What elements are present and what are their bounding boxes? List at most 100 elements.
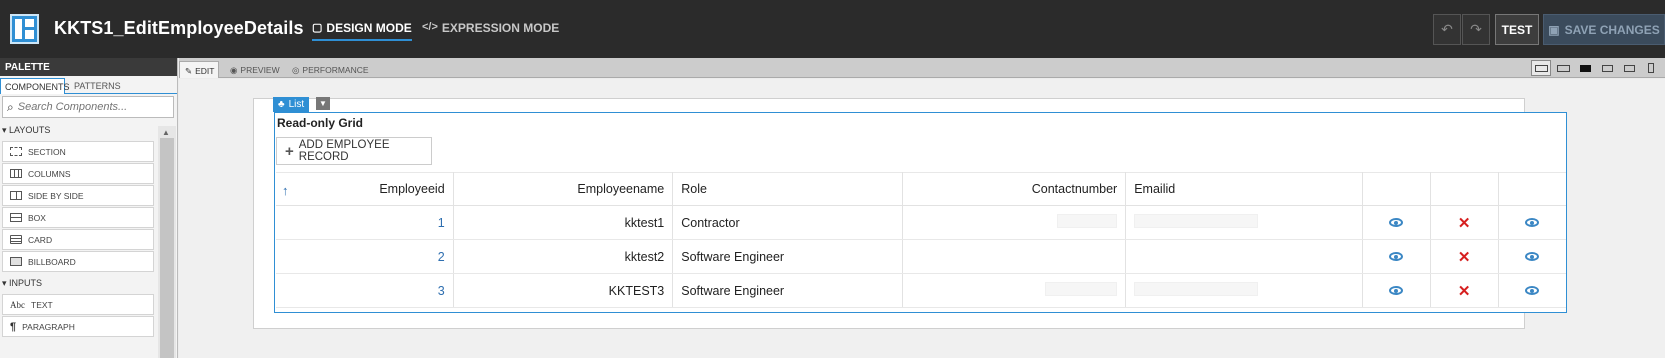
column-header-employeename[interactable]: Employeename [453, 172, 674, 206]
component-menu-button[interactable]: ▼ [316, 97, 330, 110]
eye-icon[interactable] [1389, 217, 1404, 227]
section-icon [10, 147, 22, 156]
column-header-label: Employeeid [379, 182, 445, 196]
gauge-icon: ◎ [292, 65, 300, 75]
read-only-grid[interactable]: Read-only Grid + ADD EMPLOYEE RECORD ↑ E… [274, 112, 1567, 313]
employeeid-cell[interactable]: 2 [276, 239, 454, 274]
expression-mode-tab[interactable]: </> EXPRESSION MODE [422, 21, 559, 41]
column-header-emailid[interactable]: Emailid [1125, 172, 1363, 206]
palette-item-label: SIDE BY SIDE [28, 190, 84, 201]
redacted-value [1134, 214, 1259, 228]
redacted-value [1134, 282, 1259, 296]
eye-icon: ◉ [230, 65, 238, 75]
add-button-label: ADD EMPLOYEE RECORD [298, 139, 390, 163]
redacted-value [1045, 282, 1118, 296]
eye-icon[interactable] [1525, 251, 1540, 261]
laptop-button[interactable] [1597, 60, 1617, 76]
employeeid-link[interactable]: 3 [438, 284, 445, 298]
tab-components[interactable]: COMPONENTS [0, 78, 70, 94]
view-action-cell [1362, 205, 1431, 240]
palette-panel: PALETTE COMPONENTS PATTERNS ⌕ ▾ LAYOUTS … [0, 58, 178, 358]
column-header-role[interactable]: Role [672, 172, 904, 206]
column-header-contactnumber[interactable]: Contactnumber [902, 172, 1127, 206]
employeeid-cell[interactable]: 3 [276, 273, 454, 308]
delete-x-icon[interactable]: ✕ [1458, 249, 1471, 266]
delete-action-cell: ✕ [1430, 239, 1499, 274]
section-layouts[interactable]: ▾ LAYOUTS [0, 125, 50, 136]
scroll-up-icon[interactable]: ▲ [162, 128, 170, 137]
eye-icon[interactable] [1525, 217, 1540, 227]
undo-button[interactable]: ↶ [1433, 14, 1461, 45]
emailid-cell [1125, 239, 1363, 274]
employeeid-link[interactable]: 1 [438, 216, 445, 230]
wide-desktop-button[interactable] [1553, 60, 1573, 76]
tab-edit[interactable]: ✎ EDIT [179, 61, 219, 78]
grid-label: Read-only Grid [277, 116, 364, 130]
view-action-cell [1498, 273, 1566, 308]
desktop-icon [1579, 64, 1591, 72]
section-inputs[interactable]: ▾ INPUTS [0, 278, 42, 289]
delete-action-cell: ✕ [1430, 205, 1499, 240]
fit-width-button[interactable] [1531, 60, 1551, 76]
caret-down-icon: ▾ [2, 278, 7, 288]
section-inputs-label: INPUTS [9, 278, 43, 288]
table-row: 2 kktest2 Software Engineer ✕ [276, 239, 1566, 274]
save-changes-label: SAVE CHANGES [1564, 22, 1660, 37]
role-cell: Software Engineer [672, 273, 904, 308]
palette-item-label: PARAGRAPH [22, 321, 75, 332]
delete-x-icon[interactable]: ✕ [1458, 283, 1471, 300]
app-title: KKTS1_EditEmployeeDetails [54, 18, 304, 38]
expression-mode-label: EXPRESSION MODE [441, 21, 560, 35]
palette-item-label: COLUMNS [28, 168, 71, 179]
emailid-cell [1125, 273, 1363, 308]
column-header-employeeid[interactable]: ↑ Employeeid [276, 172, 454, 206]
palette-item-label: BOX [28, 212, 46, 223]
search-components-box[interactable]: ⌕ [2, 96, 174, 118]
design-mode-tab[interactable]: ▢ DESIGN MODE [312, 21, 412, 41]
phone-icon [1648, 63, 1654, 73]
scrollbar-thumb[interactable] [160, 138, 174, 358]
component-tag[interactable]: ♣ List [273, 97, 310, 112]
search-components-input[interactable] [17, 101, 158, 113]
desktop-button[interactable] [1575, 60, 1595, 76]
eye-icon[interactable] [1389, 251, 1404, 261]
eye-icon[interactable] [1389, 285, 1404, 295]
redo-icon: ↷ [1470, 21, 1482, 37]
employeeid-cell[interactable]: 1 [276, 205, 454, 240]
card-icon [10, 235, 22, 244]
employeeid-link[interactable]: 2 [438, 250, 445, 264]
palette-item-billboard[interactable]: BILLBOARD [2, 251, 154, 272]
palette-item-text[interactable]: Abc TEXT [2, 294, 154, 315]
palette-scrollbar[interactable]: ▲ [158, 126, 176, 358]
view-action-cell [1362, 273, 1431, 308]
view-action-cell [1362, 239, 1431, 274]
eye-icon[interactable] [1525, 285, 1540, 295]
design-mode-icon: ▢ [312, 22, 323, 34]
laptop-icon [1601, 64, 1613, 72]
tab-performance[interactable]: ◎ PERFORMANCE [287, 61, 374, 78]
tablet-button[interactable] [1619, 60, 1639, 76]
redo-button[interactable]: ↷ [1462, 14, 1490, 45]
palette-item-side-by-side[interactable]: SIDE BY SIDE [2, 185, 154, 206]
palette-item-card[interactable]: CARD [2, 229, 154, 250]
test-button[interactable]: TEST [1495, 14, 1539, 45]
palette-tabs: COMPONENTS PATTERNS [0, 76, 177, 94]
delete-x-icon[interactable]: ✕ [1458, 215, 1471, 232]
add-employee-record-button[interactable]: + ADD EMPLOYEE RECORD [276, 137, 432, 165]
palette-item-section[interactable]: SECTION [2, 141, 154, 162]
section-layouts-label: LAYOUTS [9, 125, 51, 135]
save-icon: ▣ [1548, 22, 1560, 37]
palette-item-columns[interactable]: COLUMNS [2, 163, 154, 184]
view-action-cell [1498, 239, 1566, 274]
sort-icon[interactable]: ↑ [282, 183, 289, 198]
tab-patterns[interactable]: PATTERNS [70, 78, 125, 94]
palette-item-paragraph[interactable]: ¶ PARAGRAPH [2, 316, 154, 337]
phone-button[interactable] [1641, 60, 1661, 76]
delete-action-cell: ✕ [1430, 273, 1499, 308]
caret-down-icon: ▼ [319, 99, 327, 108]
palette-item-box[interactable]: BOX [2, 207, 154, 228]
redacted-value [1057, 214, 1118, 228]
palette-item-label: TEXT [31, 299, 53, 310]
tab-preview[interactable]: ◉ PREVIEW [225, 61, 285, 78]
save-changes-button[interactable]: ▣ SAVE CHANGES [1543, 14, 1665, 45]
